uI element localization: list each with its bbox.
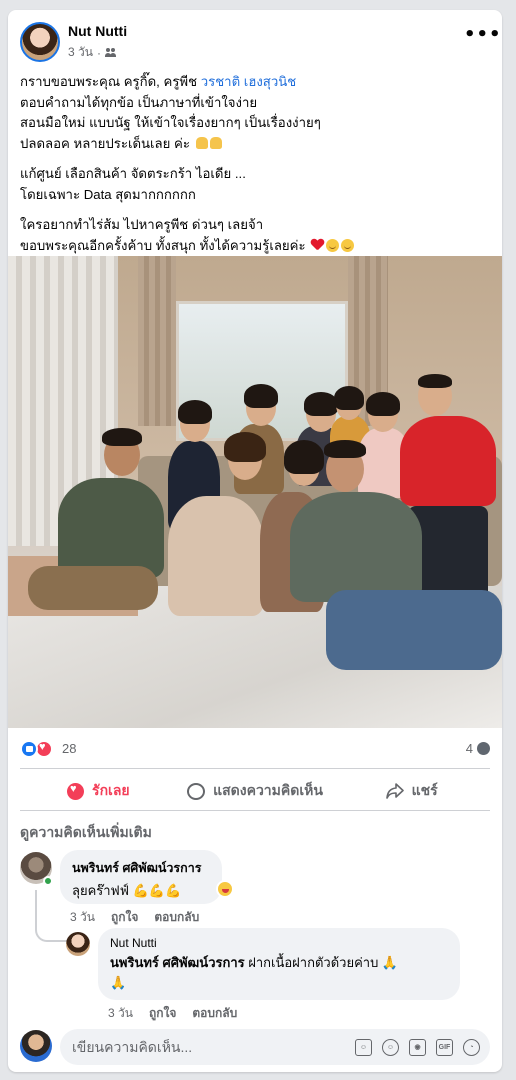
reaction-count[interactable]: 28 [62,741,76,756]
post-photo[interactable] [8,256,502,728]
smile-emoji-icon [326,238,340,252]
emoji-icon[interactable]: ☺ [382,1038,399,1056]
photo-person [168,496,264,616]
comment-bubble: นพรินทร์ ศศิพัฒน์วรการ ลุยคร๊าฟฟ์ 💪💪💪 [60,850,222,904]
divider [20,768,490,769]
haha-reaction-icon[interactable] [216,880,234,898]
comment-like-button[interactable]: ถูกใจ [111,908,138,927]
view-more-comments-link[interactable]: ดูความคิดเห็นเพิ่มเติม [20,822,152,844]
share-button[interactable]: แชร์ [333,774,490,808]
post-meta: 3 วัน · [68,43,117,62]
caption-text: ปลดลอค หลายประเด็นเลย ค่ะ [20,135,190,151]
pray-emoji-icon [195,136,208,149]
online-status-dot [43,876,53,886]
more-options-icon[interactable]: ••• [464,26,501,48]
photo-person-legs [326,590,502,670]
comment-text: ลุยคร๊าฟฟ์ 💪💪💪 [72,883,182,898]
friends-audience-icon[interactable] [104,47,117,58]
pray-emoji-icon [209,136,222,149]
photo-curtain [138,256,176,426]
photo-person-hair [244,384,278,408]
caption-text: ใครอยากทำไร่ส้ม ไปหาครูพีช ด่วนๆ เลยจ้า [20,217,264,232]
caption-text: โดยเฉพาะ Data สุดมากกกกกก [20,186,196,202]
comment-label: แสดงความคิดเห็น [213,782,323,798]
red-heart-emoji-icon [311,239,324,251]
love-icon [67,782,85,800]
composer-tools: ☺ ☺ ◉ GIF ◔ [355,1038,480,1056]
reply-meta: 3 วัน ถูกใจ ตอบกลับ [108,1004,237,1023]
current-user-avatar[interactable] [20,1030,52,1062]
like-reaction-icon [20,740,38,758]
meta-separator: · [96,45,101,60]
caption-text: สอนมือใหม่ แบบนัฐ ให้เข้าใจเรื่องยากๆ เป… [20,115,321,130]
reply-text-body: ฝากเนื้อฝากตัวด้วยค่าบ 🙏 [244,955,399,970]
photo-person-legs [28,566,158,610]
love-label: รักเลย [92,782,130,798]
smile-emoji-icon [341,238,355,252]
photo-person-hair [324,440,366,458]
post-actions: รักเลย แสดงความคิดเห็น แชร์ [20,774,490,808]
post-caption: กราบขอบพระคุณ ครูกิ๊ด, ครูพีช วรชาติ เฮง… [20,72,490,256]
comment-count: 4 [465,741,473,756]
divider [20,810,490,811]
sticker-icon[interactable]: ◔ [463,1038,480,1056]
photo-person [58,478,164,578]
reply-text: นพรินทร์ ศศิพัฒน์วรการ ฝากเนื้อฝากตัวด้ว… [110,952,448,973]
comment-count-link[interactable]: 4 [466,741,490,756]
photo-person-hair [224,432,266,462]
reply-like-button[interactable]: ถูกใจ [149,1004,176,1023]
post-header: Nut Nutti 3 วัน · ••• [8,10,502,70]
reply-text-line2: 🙏 [110,975,127,990]
gif-icon[interactable]: GIF [436,1038,453,1056]
photo-person-hair [178,400,212,424]
reply-reply-button[interactable]: ตอบกลับ [192,1004,237,1023]
caption-paragraph-1: กราบขอบพระคุณ ครูกิ๊ด, ครูพีช วรชาติ เฮง… [20,72,490,154]
camera-icon[interactable]: ◉ [409,1038,426,1056]
caption-text: กราบขอบพระคุณ ครูกิ๊ด, ครูพีช [20,74,201,89]
post-time[interactable]: 3 วัน [68,43,93,62]
photo-person-hair [102,428,142,446]
avatar-sticker-icon[interactable]: ☺ [355,1038,372,1056]
commenter-name[interactable]: นพรินทร์ ศศิพัฒน์วรการ [72,858,210,878]
author-avatar[interactable] [20,22,60,62]
photo-person-hair [334,386,364,410]
photo-person-hair [366,392,400,416]
reply-bubble: Nut Nutti นพรินทร์ ศศิพัฒน์วรการ ฝากเนื้… [98,928,460,1000]
share-arrow-icon [385,783,404,799]
author-name[interactable]: Nut Nutti [68,23,127,39]
post-card: Nut Nutti 3 วัน · ••• กราบขอบพระคุณ ครูก… [8,10,502,1072]
photo-person-hair [304,392,338,416]
reply-author-name[interactable]: Nut Nutti [110,936,448,950]
caption-paragraph-3: ใครอยากทำไร่ส้ม ไปหาครูพีช ด่วนๆ เลยจ้า … [20,215,490,256]
reply-thread-line [35,890,67,942]
photo-person-hair [284,440,324,474]
reactions-summary[interactable]: 28 4 [20,738,490,760]
reply-time[interactable]: 3 วัน [108,1004,133,1023]
caption-text: ขอบพระคุณอีกครั้งค้าบ ทั้งสนุก ทั้งได้คว… [20,237,306,253]
caption-text: แก้ศูนย์ เลือกสินค้า จัดตระกร้า ไอเดีย .… [20,166,246,181]
reply-author-avatar[interactable] [66,932,90,956]
photo-person [290,492,422,602]
comment-meta: 3 วัน ถูกใจ ตอบกลับ [70,908,199,927]
mention-link[interactable]: วรชาติ เฮงสุวนิช [201,74,297,89]
caption-paragraph-2: แก้ศูนย์ เลือกสินค้า จัดตระกร้า ไอเดีย .… [20,164,490,205]
comment-time[interactable]: 3 วัน [70,908,95,927]
caption-text: ตอบคำถามได้ทุกข้อ เป็นภาษาที่เข้าใจง่าย [20,94,258,110]
comment-bubble-icon [477,742,490,755]
photo-person [400,416,496,506]
comment-icon [187,782,206,800]
photo-person-hair [418,374,452,388]
comment-composer: ☺ ☺ ◉ GIF ◔ [60,1029,490,1065]
love-button[interactable]: รักเลย [20,774,177,808]
comment-button[interactable]: แสดงความคิดเห็น [177,774,334,808]
comment-input[interactable] [72,1039,355,1055]
share-label: แชร์ [411,782,438,798]
comment-reply-button[interactable]: ตอบกลับ [154,908,199,927]
tagged-user-link[interactable]: นพรินทร์ ศศิพัฒน์วรการ [110,955,245,970]
